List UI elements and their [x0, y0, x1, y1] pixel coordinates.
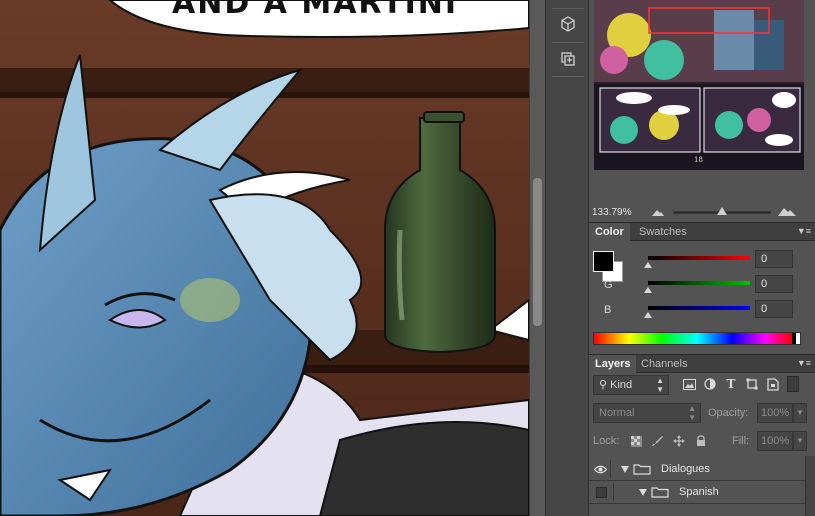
color-spectrum-ramp[interactable]	[593, 332, 801, 345]
blue-channel-row: B 0	[589, 300, 815, 320]
layer-row-spanish[interactable]: Spanish	[589, 481, 805, 504]
3d-layers-icon[interactable]	[556, 47, 580, 71]
shape-filter-icon[interactable]	[744, 377, 760, 391]
navigator-preview[interactable]: 18	[594, 0, 804, 170]
layer-name: Dialogues	[661, 463, 710, 475]
foreground-color-swatch[interactable]	[593, 251, 614, 272]
green-channel-slider[interactable]	[648, 281, 750, 285]
red-channel-slider[interactable]	[648, 256, 750, 260]
opacity-field[interactable]: 100%	[757, 403, 793, 423]
document-canvas[interactable]: AND A MARTINI	[0, 0, 529, 516]
navigator-panel: 18 133.79%	[589, 0, 815, 222]
select-arrows-icon: ▲ ▼	[656, 376, 664, 394]
red-channel-row: R 0	[589, 250, 815, 270]
blue-slider-thumb[interactable]	[644, 312, 652, 318]
type-filter-icon[interactable]: T	[723, 377, 739, 391]
adjustment-filter-icon[interactable]	[702, 377, 718, 391]
image-filter-icon[interactable]	[681, 377, 697, 391]
filter-toggle-switch[interactable]	[787, 376, 799, 392]
blend-mode-value: Normal	[599, 407, 635, 419]
disclosure-triangle-icon[interactable]	[639, 489, 647, 496]
strip-separator	[552, 8, 584, 9]
layers-panel: ⚲ Kind ▲ ▼ T Normal ▲ ▼ Opacity: 100% ▼ Lo…	[589, 354, 815, 516]
color-panel: R 0 G 0 B 0	[589, 242, 815, 354]
red-slider-thumb[interactable]	[644, 262, 652, 268]
filter-kind-select[interactable]: ⚲ Kind ▲ ▼	[593, 375, 669, 395]
artwork	[0, 0, 529, 516]
3d-cube-icon[interactable]	[556, 12, 580, 36]
tab-color[interactable]: Color	[589, 223, 630, 241]
page-number: 18	[694, 156, 703, 164]
eye-column-divider	[613, 483, 614, 501]
green-channel-label: G	[604, 279, 613, 291]
speech-bubble-text: AND A MARTINI	[172, 0, 459, 21]
green-channel-row: G 0	[589, 275, 815, 295]
search-icon: ⚲	[599, 379, 608, 391]
blue-channel-slider[interactable]	[648, 306, 750, 310]
panel-menu-icon[interactable]: ▼≡	[797, 226, 811, 236]
lock-position-icon[interactable]	[672, 434, 686, 448]
color-panel-tabs: Color Swatches ▼≡	[589, 222, 815, 241]
blue-channel-value[interactable]: 0	[755, 300, 793, 318]
zoom-level[interactable]: 133.79%	[592, 207, 631, 218]
strip-separator	[552, 42, 584, 43]
red-channel-value[interactable]: 0	[755, 250, 793, 268]
fill-label: Fill:	[732, 435, 750, 447]
layers-scrollbar[interactable]	[805, 456, 815, 516]
smart-object-filter-icon[interactable]	[765, 377, 781, 391]
folder-icon	[633, 464, 651, 475]
opacity-dropdown-icon[interactable]: ▼	[793, 403, 807, 423]
lock-label: Lock:	[593, 435, 620, 447]
lock-paint-icon[interactable]	[650, 434, 664, 448]
select-arrows-icon: ▲ ▼	[688, 404, 696, 422]
green-slider-thumb[interactable]	[644, 287, 652, 293]
tab-swatches[interactable]: Swatches	[633, 223, 693, 241]
fill-field[interactable]: 100%	[757, 431, 793, 451]
zoom-in-mountain-icon[interactable]	[777, 204, 797, 218]
scrollbar-thumb[interactable]	[533, 178, 542, 326]
fill-dropdown-icon[interactable]: ▼	[793, 431, 807, 451]
opacity-label: Opacity:	[708, 407, 749, 419]
canvas-vertical-scrollbar[interactable]	[529, 0, 545, 516]
filter-kind-value: Kind	[610, 379, 633, 391]
folder-icon	[651, 487, 669, 498]
panel-icon-strip	[545, 0, 589, 516]
strip-separator	[552, 76, 584, 77]
navigator-zoom-bar: 133.79%	[589, 202, 815, 222]
lock-all-icon[interactable]	[694, 434, 708, 448]
layer-row-dialogues[interactable]: Dialogues	[589, 458, 805, 481]
layer-name: Spanish	[679, 486, 719, 498]
green-channel-value[interactable]: 0	[755, 275, 793, 293]
blue-channel-label: B	[604, 304, 612, 316]
zoom-slider-thumb[interactable]	[717, 207, 727, 215]
right-panel-dock: 18 133.79% Color Swatches ▼≡ R 0 G 0	[589, 0, 815, 516]
blend-mode-select[interactable]: Normal ▲ ▼	[593, 403, 701, 423]
eye-icon[interactable]	[591, 460, 611, 478]
zoom-out-mountain-icon[interactable]	[651, 206, 665, 218]
lock-transparent-icon[interactable]	[629, 434, 643, 448]
visibility-toggle-off[interactable]	[596, 487, 607, 498]
disclosure-triangle-icon[interactable]	[621, 466, 629, 473]
